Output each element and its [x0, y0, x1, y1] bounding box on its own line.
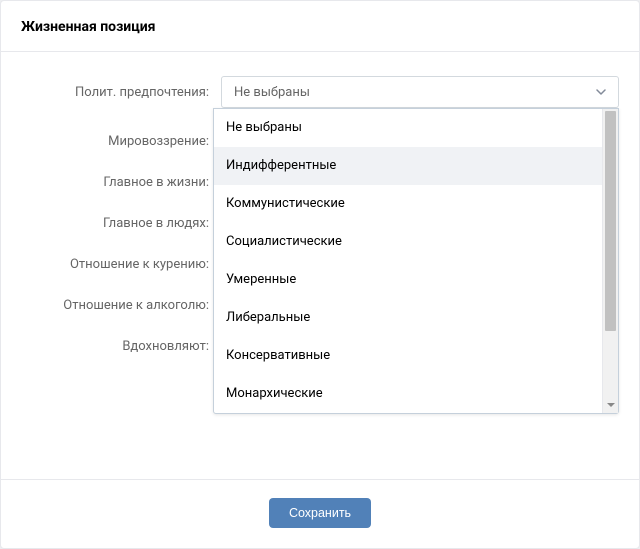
chevron-down-icon — [596, 89, 606, 95]
label-political-preferences: Полит. предпочтения: — [21, 85, 221, 100]
select-political-preferences[interactable]: Не выбраны — [221, 76, 619, 108]
label-main-in-people: Главное в людях: — [21, 216, 221, 231]
label-inspired-by: Вдохновляют: — [21, 339, 221, 354]
dropdown-option[interactable]: Монархические — [214, 375, 602, 413]
dropdown-option[interactable]: Не выбраны — [214, 109, 602, 147]
button-row: Сохранить — [1, 479, 639, 528]
scrollbar-thumb[interactable] — [605, 111, 616, 331]
label-main-in-life: Главное в жизни: — [21, 175, 221, 190]
label-alcohol: Отношение к алкоголю: — [21, 298, 221, 313]
life-position-panel: Жизненная позиция Полит. предпочтения: Н… — [0, 0, 640, 549]
panel-header: Жизненная позиция — [1, 1, 639, 52]
control-political-preferences: Не выбраны — [221, 76, 619, 108]
dropdown-option[interactable]: Умеренные — [214, 261, 602, 299]
scroll-down-icon[interactable] — [603, 397, 618, 413]
page-title: Жизненная позиция — [21, 19, 619, 35]
scrollbar[interactable] — [602, 109, 618, 413]
dropdown-list: Не выбраны Индифферентные Коммунистическ… — [214, 109, 602, 413]
select-value: Не выбраны — [234, 85, 310, 100]
label-smoking: Отношение к курению: — [21, 257, 221, 272]
dropdown-political-preferences: Не выбраны Индифферентные Коммунистическ… — [213, 108, 619, 414]
panel-body: Полит. предпочтения: Не выбраны Мировозз… — [1, 52, 639, 548]
save-button[interactable]: Сохранить — [269, 498, 371, 528]
dropdown-option[interactable]: Консервативные — [214, 337, 602, 375]
row-political-preferences: Полит. предпочтения: Не выбраны — [21, 76, 619, 108]
dropdown-option[interactable]: Индифферентные — [214, 147, 602, 185]
dropdown-option[interactable]: Социалистические — [214, 223, 602, 261]
dropdown-option[interactable]: Либеральные — [214, 299, 602, 337]
dropdown-option[interactable]: Коммунистические — [214, 185, 602, 223]
label-worldview: Мировоззрение: — [21, 134, 221, 149]
